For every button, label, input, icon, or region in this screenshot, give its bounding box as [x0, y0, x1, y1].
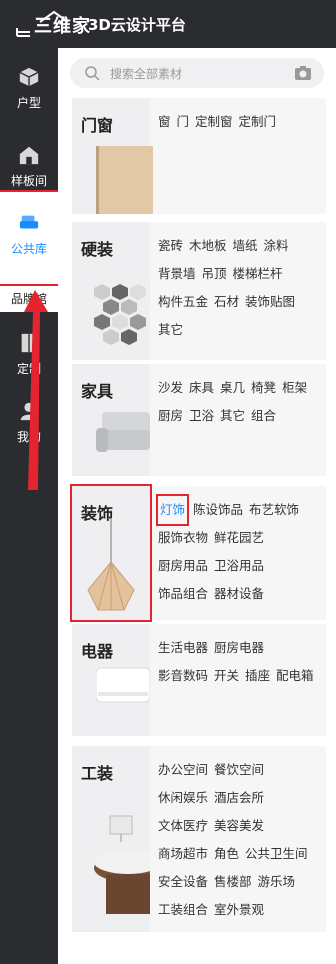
category-link[interactable]: 定制门	[239, 108, 277, 136]
category-link[interactable]: 墙纸	[233, 232, 258, 260]
category-link[interactable]: 柜架	[282, 374, 307, 402]
category-link[interactable]: 门	[177, 108, 190, 136]
category-link[interactable]: 室外景观	[214, 896, 264, 924]
category-name: 家具	[81, 382, 114, 401]
category-link[interactable]: 吊顶	[202, 260, 227, 288]
sidebar-item-label: 户型	[16, 96, 41, 110]
category-links: 生活电器 厨房电器影音数码 开关 插座 配电箱	[158, 634, 324, 690]
category-link[interactable]: 插座	[245, 662, 270, 690]
search-input[interactable]: 搜索全部素材	[110, 65, 182, 82]
category-link[interactable]: 安全设备	[158, 868, 208, 896]
category-link[interactable]: 休闲娱乐	[158, 784, 208, 812]
category-link[interactable]: 陈设饰品	[193, 496, 243, 524]
category-link[interactable]: 开关	[214, 662, 239, 690]
category-link[interactable]: 文体医疗	[158, 812, 208, 840]
top-bar: 三维家 3D云设计平台	[0, 0, 336, 48]
category-link[interactable]: 美容美发	[214, 812, 264, 840]
category-furniture: 家具 沙发 床具 桌几 椅凳 柜架厨房 卫浴 其它 组合	[72, 364, 326, 476]
air-conditioner-icon	[96, 667, 150, 703]
category-link[interactable]: 床具	[189, 374, 214, 402]
sidebar-item-floorplan[interactable]: 户型	[0, 54, 58, 118]
sidebar-item-label: 公共库	[10, 242, 47, 256]
category-link[interactable]: 装饰贴图	[245, 288, 295, 316]
category-link[interactable]: 公共卫生间	[245, 840, 308, 868]
category-link-active[interactable]: 灯饰	[155, 494, 190, 526]
office-desk-icon	[94, 815, 150, 914]
category-link[interactable]: 瓷砖	[158, 232, 183, 260]
search-icon	[85, 66, 100, 81]
sidebar: 户型 样板间 公共库 定制 我的	[0, 48, 60, 964]
category-link[interactable]: 服饰衣物	[158, 524, 208, 552]
category-name: 工装	[81, 764, 114, 783]
category-hard-decoration: 硬装 瓷砖 木地板 墙纸 涂料背景墙 吊顶 楼梯栏杆构件五金 石材 装饰贴图其它	[72, 222, 326, 360]
category-link[interactable]: 厨房用品	[158, 552, 208, 580]
category-link[interactable]: 器材设备	[214, 580, 264, 608]
category-link[interactable]: 生活电器	[158, 634, 208, 662]
app-title: 3D云设计平台	[88, 16, 186, 34]
category-links: 办公空间 餐饮空间休闲娱乐 酒店会所文体医疗 美容美发商场超市 角色 公共卫生间安全设备售…	[158, 756, 324, 924]
category-link[interactable]: 卫浴用品	[214, 552, 264, 580]
camera-icon[interactable]	[294, 65, 312, 81]
sidebar-item-showroom[interactable]: 样板间	[0, 132, 58, 196]
category-links: 瓷砖 木地板 墙纸 涂料背景墙 吊顶 楼梯栏杆构件五金 石材 装饰贴图其它	[158, 232, 324, 344]
category-name: 门窗	[81, 116, 114, 135]
category-link[interactable]: 厨房电器	[214, 634, 264, 662]
category-link[interactable]: 窗	[158, 108, 171, 136]
sidebar-item-public-library[interactable]: 公共库	[0, 190, 60, 286]
category-decoration: 装饰 灯饰 陈设饰品 布艺软饰服饰衣物 鲜花园艺厨房用品 卫浴用品饰品组合 器材设备	[70, 484, 326, 622]
category-link[interactable]: 商场超市	[158, 840, 208, 868]
category-link[interactable]: 背景墙	[158, 260, 196, 288]
house-icon	[19, 146, 39, 165]
category-link[interactable]: 酒店会所	[214, 784, 264, 812]
category-link[interactable]: 组合	[251, 402, 276, 430]
cube-icon	[19, 67, 39, 87]
door-icon	[96, 146, 153, 214]
category-name: 装饰	[81, 504, 114, 523]
sofa-icon	[19, 215, 39, 229]
pendant-lamp-icon	[87, 510, 135, 611]
category-links: 灯饰 陈设饰品 布艺软饰服饰衣物 鲜花园艺厨房用品 卫浴用品饰品组合 器材设备	[155, 494, 324, 608]
category-name: 电器	[81, 642, 114, 661]
sofa-image-icon	[96, 412, 150, 452]
category-link[interactable]: 厨房	[158, 402, 183, 430]
category-link[interactable]: 角色	[214, 840, 239, 868]
category-link[interactable]: 办公空间	[158, 756, 208, 784]
category-link[interactable]: 石材	[214, 288, 239, 316]
category-link[interactable]: 影音数码	[158, 662, 208, 690]
search-bar[interactable]: 搜索全部素材	[70, 58, 324, 88]
category-link[interactable]: 椅凳	[251, 374, 276, 402]
category-link[interactable]: 涂料	[264, 232, 289, 260]
category-link[interactable]: 工装组合	[158, 896, 208, 924]
annotation-arrow-icon	[24, 290, 48, 490]
category-links: 窗门定制窗 定制门	[158, 108, 324, 136]
category-link[interactable]: 鲜花园艺	[214, 524, 264, 552]
category-links: 沙发 床具 桌几 椅凳 柜架厨房 卫浴 其它 组合	[158, 374, 324, 430]
category-link[interactable]: 配电箱	[276, 662, 314, 690]
category-link[interactable]: 其它	[158, 316, 183, 344]
category-link[interactable]: 楼梯栏杆	[233, 260, 283, 288]
tile-icon	[94, 284, 146, 345]
category-link[interactable]: 布艺软饰	[249, 496, 299, 524]
category-link[interactable]: 定制窗	[195, 108, 233, 136]
category-name: 硬装	[81, 240, 114, 259]
category-link[interactable]: 沙发	[158, 374, 183, 402]
category-link[interactable]: 饰品组合	[158, 580, 208, 608]
category-link[interactable]: 餐饮空间	[214, 756, 264, 784]
category-appliance: 电器 生活电器 厨房电器影音数码 开关 插座 配电箱	[72, 624, 326, 736]
category-link[interactable]: 其它	[220, 402, 245, 430]
category-link[interactable]: 构件五金	[158, 288, 208, 316]
category-link[interactable]: 木地板	[189, 232, 227, 260]
category-link[interactable]: 售楼部	[214, 868, 252, 896]
sidebar-item-label: 样板间	[10, 174, 47, 188]
brand-name: 三维家	[34, 16, 91, 37]
category-door-window: 门窗 窗门定制窗 定制门	[72, 98, 326, 214]
category-link[interactable]: 桌几	[220, 374, 245, 402]
category-link[interactable]: 卫浴	[189, 402, 214, 430]
category-link[interactable]: 游乐场	[258, 868, 296, 896]
category-commercial: 工装 办公空间 餐饮空间休闲娱乐 酒店会所文体医疗 美容美发商场超市 角色 公共卫生间安全…	[72, 746, 326, 932]
